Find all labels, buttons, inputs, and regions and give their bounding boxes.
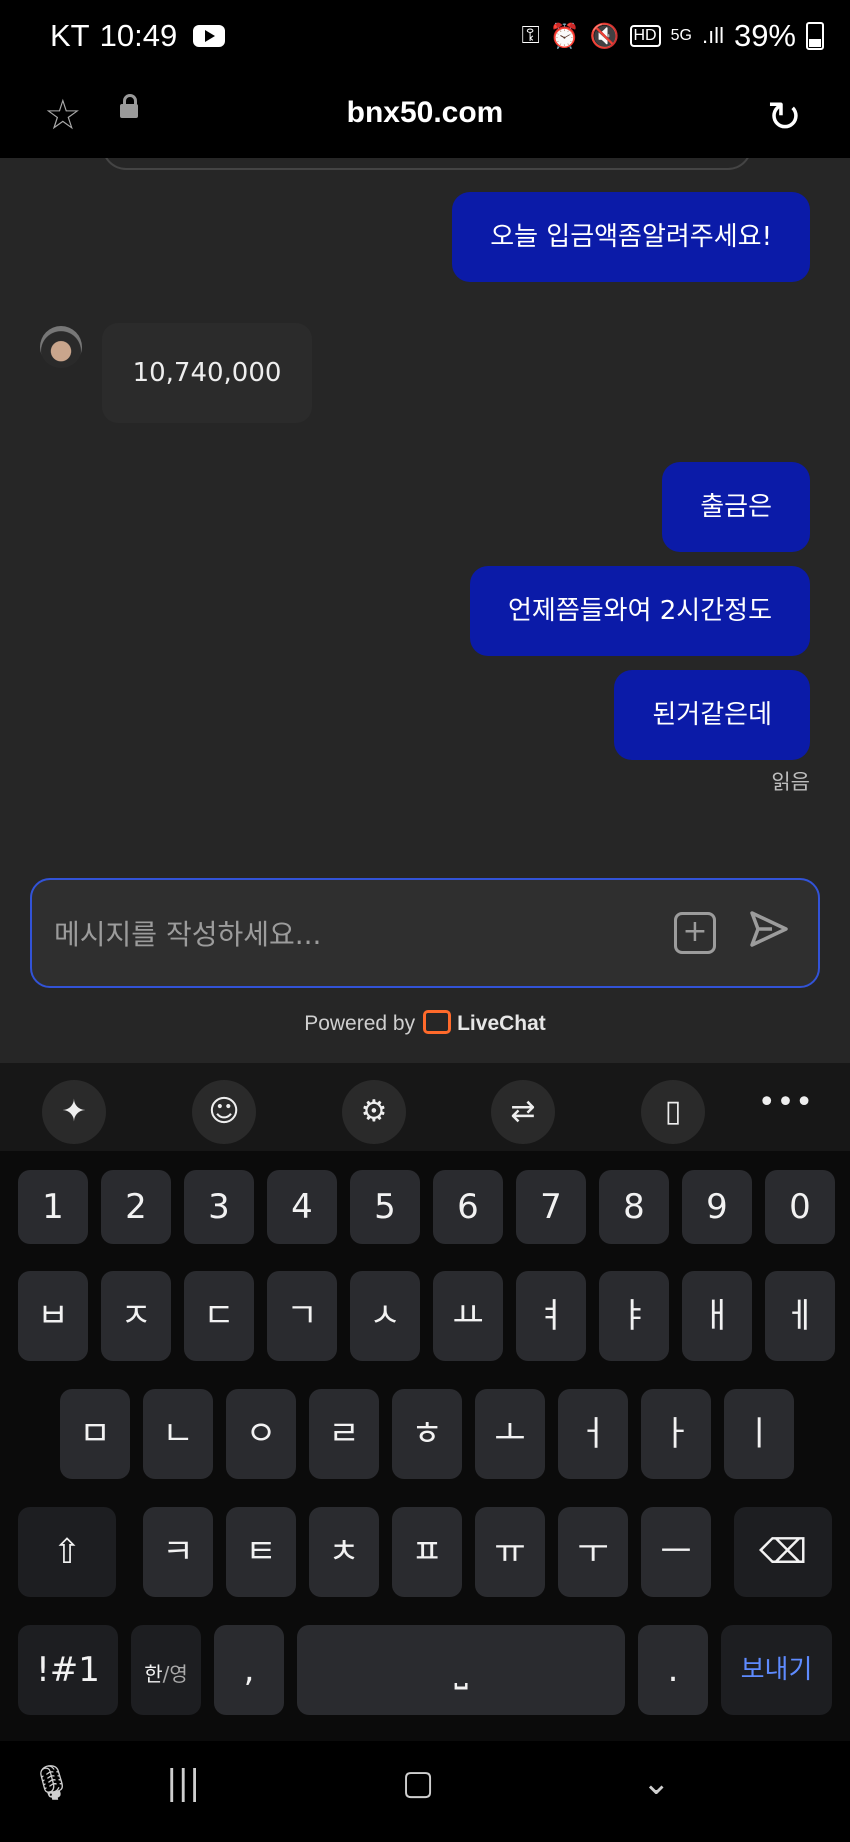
send-icon[interactable] xyxy=(748,908,790,950)
signal-icon: .ıll xyxy=(701,23,724,48)
microphone-icon[interactable]: 🎙 xyxy=(30,1763,73,1803)
browser-url-bar: ☆ bnx50.com ↻ xyxy=(0,80,850,159)
translate-icon[interactable]: ⇄ xyxy=(491,1080,555,1144)
key-yeo[interactable]: ㅕ xyxy=(516,1271,586,1361)
key-5[interactable]: 5 xyxy=(350,1170,420,1244)
period-key[interactable]: . xyxy=(638,1625,708,1715)
mute-icon: 🔇 xyxy=(589,22,620,50)
emoji-icon[interactable]: ☺ xyxy=(192,1080,256,1144)
livechat-logo-icon xyxy=(423,1010,452,1034)
key-mieum[interactable]: ㅁ xyxy=(60,1389,130,1479)
message-bubble-sent: 출금은 xyxy=(662,462,810,552)
key-hieut[interactable]: ㅎ xyxy=(392,1389,462,1479)
message-bubble-sent: 된거같은데 xyxy=(614,670,810,760)
key-4[interactable]: 4 xyxy=(267,1170,337,1244)
key-nieun[interactable]: ㄴ xyxy=(143,1389,213,1479)
clipboard-icon[interactable]: ▯ xyxy=(641,1080,705,1144)
key-pieup[interactable]: ㅍ xyxy=(392,1507,462,1597)
key-giyeok[interactable]: ㄱ xyxy=(267,1271,337,1361)
key-i[interactable]: ㅣ xyxy=(724,1389,794,1479)
battery-percent: 39% xyxy=(733,18,796,53)
vpn-key-icon: ⚿ xyxy=(521,22,540,49)
message-composer[interactable]: + xyxy=(30,878,820,988)
key-chieut[interactable]: ㅊ xyxy=(309,1507,379,1597)
more-options-icon[interactable]: ••• xyxy=(758,1085,814,1120)
recent-apps-icon[interactable]: ||| xyxy=(166,1763,200,1803)
system-nav-bar: 🎙 ||| ▢ ⌄ xyxy=(0,1741,850,1842)
url-text[interactable]: bnx50.com xyxy=(0,96,850,130)
key-2[interactable]: 2 xyxy=(101,1170,171,1244)
powered-by-label: Powered by xyxy=(304,1012,416,1035)
carrier-label: KT xyxy=(50,18,90,53)
home-icon[interactable]: ▢ xyxy=(402,1763,434,1803)
key-tieut[interactable]: ㅌ xyxy=(226,1507,296,1597)
key-u[interactable]: ㅜ xyxy=(558,1507,628,1597)
key-ae[interactable]: ㅐ xyxy=(682,1271,752,1361)
space-key[interactable]: ⎵ xyxy=(297,1625,625,1715)
lang-top-label: 한 xyxy=(144,1662,163,1686)
reload-icon[interactable]: ↻ xyxy=(767,92,802,141)
message-bubble-received: 10,740,000 xyxy=(102,323,312,423)
key-3[interactable]: 3 xyxy=(184,1170,254,1244)
key-rieul[interactable]: ㄹ xyxy=(309,1389,379,1479)
key-o[interactable]: ㅗ xyxy=(475,1389,545,1479)
chat-window[interactable]: 오늘 입금액좀알려주세요! 10,740,000 출금은 언제쯤들와여 2시간정… xyxy=(0,158,850,1063)
key-8[interactable]: 8 xyxy=(599,1170,669,1244)
comma-key[interactable]: , xyxy=(214,1625,284,1715)
status-left: KT 10:49 xyxy=(50,18,226,54)
key-1[interactable]: 1 xyxy=(18,1170,88,1244)
status-bar: KT 10:49 ⚿ ⏰ 🔇 HD 5G .ıll 39% xyxy=(0,0,850,80)
backspace-key[interactable]: ⌫ xyxy=(734,1507,832,1597)
powered-by-livechat[interactable]: Powered by LiveChat xyxy=(0,1010,850,1036)
settings-gear-icon[interactable]: ⚙ xyxy=(342,1080,406,1144)
key-0[interactable]: 0 xyxy=(765,1170,835,1244)
key-ya[interactable]: ㅑ xyxy=(599,1271,669,1361)
clock: 10:49 xyxy=(99,18,178,53)
previous-message-edge xyxy=(102,158,752,170)
send-enter-key[interactable]: 보내기 xyxy=(721,1625,832,1715)
keyboard-toolbar: ✦ ☺ ⚙ ⇄ ▯ ••• xyxy=(0,1063,850,1151)
key-ieung[interactable]: ㅇ xyxy=(226,1389,296,1479)
key-jieut[interactable]: ㅈ xyxy=(101,1271,171,1361)
message-bubble-sent: 언제쯤들와여 2시간정도 xyxy=(469,566,810,656)
network-5g-icon: 5G xyxy=(670,27,692,44)
alarm-icon: ⏰ xyxy=(549,22,580,50)
key-9[interactable]: 9 xyxy=(682,1170,752,1244)
read-receipt: 읽음 xyxy=(771,770,810,794)
key-6[interactable]: 6 xyxy=(433,1170,503,1244)
livechat-brand: LiveChat xyxy=(457,1012,546,1035)
ai-sparkle-icon[interactable]: ✦ xyxy=(42,1080,106,1144)
lang-bottom-label: 영 xyxy=(169,1662,188,1686)
key-yu[interactable]: ㅠ xyxy=(475,1507,545,1597)
key-7[interactable]: 7 xyxy=(516,1170,586,1244)
hide-keyboard-chevron-down-icon[interactable]: ⌄ xyxy=(642,1763,671,1803)
keyboard: 1 2 3 4 5 6 7 8 9 0 ㅂ ㅈ ㄷ ㄱ ㅅ ㅛ ㅕ ㅑ ㅐ ㅔ … xyxy=(0,1151,850,1741)
battery-icon xyxy=(806,22,824,50)
message-input[interactable] xyxy=(52,880,656,988)
key-kieuk[interactable]: ㅋ xyxy=(143,1507,213,1597)
language-toggle-key[interactable]: 한/영 xyxy=(131,1625,201,1715)
shift-key[interactable]: ⇧ xyxy=(18,1507,116,1597)
status-right: ⚿ ⏰ 🔇 HD 5G .ıll 39% xyxy=(521,18,824,54)
agent-avatar xyxy=(40,326,82,368)
key-eu[interactable]: ㅡ xyxy=(641,1507,711,1597)
key-bieup[interactable]: ㅂ xyxy=(18,1271,88,1361)
key-siot[interactable]: ㅅ xyxy=(350,1271,420,1361)
symbols-key[interactable]: !#1 xyxy=(18,1625,118,1715)
key-eo[interactable]: ㅓ xyxy=(558,1389,628,1479)
key-digeut[interactable]: ㄷ xyxy=(184,1271,254,1361)
message-bubble-sent: 오늘 입금액좀알려주세요! xyxy=(452,192,810,282)
add-attachment-icon[interactable]: + xyxy=(674,912,716,954)
hd-icon: HD xyxy=(629,25,661,47)
youtube-icon xyxy=(193,25,226,47)
key-e[interactable]: ㅔ xyxy=(765,1271,835,1361)
key-yo[interactable]: ㅛ xyxy=(433,1271,503,1361)
key-a[interactable]: ㅏ xyxy=(641,1389,711,1479)
